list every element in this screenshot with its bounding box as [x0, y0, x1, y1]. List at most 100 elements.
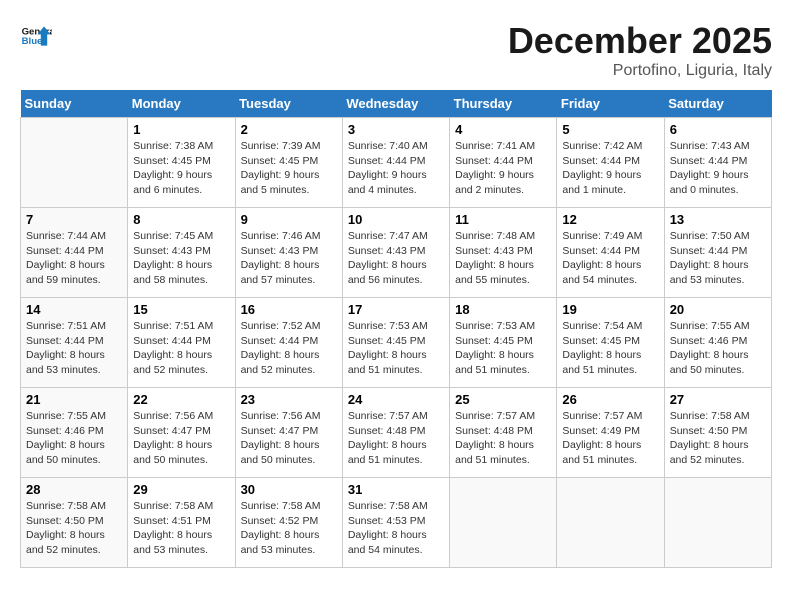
day-number: 6	[670, 122, 766, 137]
calendar-cell: 29 Sunrise: 7:58 AMSunset: 4:51 PMDaylig…	[128, 478, 235, 568]
day-number: 3	[348, 122, 444, 137]
day-number: 13	[670, 212, 766, 227]
cell-info: Sunrise: 7:58 AMSunset: 4:52 PMDaylight:…	[241, 499, 337, 558]
calendar-cell: 12 Sunrise: 7:49 AMSunset: 4:44 PMDaylig…	[557, 208, 664, 298]
cell-info: Sunrise: 7:54 AMSunset: 4:45 PMDaylight:…	[562, 319, 658, 378]
day-number: 28	[26, 482, 122, 497]
calendar-cell: 18 Sunrise: 7:53 AMSunset: 4:45 PMDaylig…	[450, 298, 557, 388]
day-number: 31	[348, 482, 444, 497]
day-number: 11	[455, 212, 551, 227]
weekday-header-saturday: Saturday	[664, 90, 771, 118]
cell-info: Sunrise: 7:49 AMSunset: 4:44 PMDaylight:…	[562, 229, 658, 288]
calendar-cell: 1 Sunrise: 7:38 AMSunset: 4:45 PMDayligh…	[128, 118, 235, 208]
cell-info: Sunrise: 7:53 AMSunset: 4:45 PMDaylight:…	[348, 319, 444, 378]
calendar-cell: 7 Sunrise: 7:44 AMSunset: 4:44 PMDayligh…	[21, 208, 128, 298]
day-number: 26	[562, 392, 658, 407]
cell-info: Sunrise: 7:51 AMSunset: 4:44 PMDaylight:…	[26, 319, 122, 378]
cell-info: Sunrise: 7:58 AMSunset: 4:50 PMDaylight:…	[670, 409, 766, 468]
cell-info: Sunrise: 7:45 AMSunset: 4:43 PMDaylight:…	[133, 229, 229, 288]
cell-info: Sunrise: 7:57 AMSunset: 4:48 PMDaylight:…	[348, 409, 444, 468]
day-number: 14	[26, 302, 122, 317]
calendar-cell: 3 Sunrise: 7:40 AMSunset: 4:44 PMDayligh…	[342, 118, 449, 208]
day-number: 29	[133, 482, 229, 497]
week-row-4: 28 Sunrise: 7:58 AMSunset: 4:50 PMDaylig…	[21, 478, 772, 568]
cell-info: Sunrise: 7:47 AMSunset: 4:43 PMDaylight:…	[348, 229, 444, 288]
calendar-cell: 14 Sunrise: 7:51 AMSunset: 4:44 PMDaylig…	[21, 298, 128, 388]
cell-info: Sunrise: 7:58 AMSunset: 4:53 PMDaylight:…	[348, 499, 444, 558]
title-area: December 2025 Portofino, Liguria, Italy	[508, 20, 772, 80]
calendar-cell: 27 Sunrise: 7:58 AMSunset: 4:50 PMDaylig…	[664, 388, 771, 478]
calendar-cell	[450, 478, 557, 568]
day-number: 7	[26, 212, 122, 227]
day-number: 21	[26, 392, 122, 407]
cell-info: Sunrise: 7:57 AMSunset: 4:49 PMDaylight:…	[562, 409, 658, 468]
cell-info: Sunrise: 7:40 AMSunset: 4:44 PMDaylight:…	[348, 139, 444, 198]
calendar-cell: 10 Sunrise: 7:47 AMSunset: 4:43 PMDaylig…	[342, 208, 449, 298]
day-number: 12	[562, 212, 658, 227]
weekday-header-sunday: Sunday	[21, 90, 128, 118]
calendar-cell: 31 Sunrise: 7:58 AMSunset: 4:53 PMDaylig…	[342, 478, 449, 568]
day-number: 22	[133, 392, 229, 407]
calendar-cell: 6 Sunrise: 7:43 AMSunset: 4:44 PMDayligh…	[664, 118, 771, 208]
cell-info: Sunrise: 7:55 AMSunset: 4:46 PMDaylight:…	[670, 319, 766, 378]
weekday-header-friday: Friday	[557, 90, 664, 118]
day-number: 19	[562, 302, 658, 317]
cell-info: Sunrise: 7:57 AMSunset: 4:48 PMDaylight:…	[455, 409, 551, 468]
day-number: 4	[455, 122, 551, 137]
week-row-3: 21 Sunrise: 7:55 AMSunset: 4:46 PMDaylig…	[21, 388, 772, 478]
calendar-body: 1 Sunrise: 7:38 AMSunset: 4:45 PMDayligh…	[21, 118, 772, 568]
day-number: 20	[670, 302, 766, 317]
week-row-1: 7 Sunrise: 7:44 AMSunset: 4:44 PMDayligh…	[21, 208, 772, 298]
header: General Blue December 2025 Portofino, Li…	[20, 20, 772, 80]
weekday-header-wednesday: Wednesday	[342, 90, 449, 118]
cell-info: Sunrise: 7:56 AMSunset: 4:47 PMDaylight:…	[241, 409, 337, 468]
cell-info: Sunrise: 7:42 AMSunset: 4:44 PMDaylight:…	[562, 139, 658, 198]
cell-info: Sunrise: 7:58 AMSunset: 4:51 PMDaylight:…	[133, 499, 229, 558]
week-row-2: 14 Sunrise: 7:51 AMSunset: 4:44 PMDaylig…	[21, 298, 772, 388]
calendar-cell: 22 Sunrise: 7:56 AMSunset: 4:47 PMDaylig…	[128, 388, 235, 478]
day-number: 10	[348, 212, 444, 227]
weekday-header-monday: Monday	[128, 90, 235, 118]
weekday-header-row: SundayMondayTuesdayWednesdayThursdayFrid…	[21, 90, 772, 118]
day-number: 27	[670, 392, 766, 407]
calendar-cell: 21 Sunrise: 7:55 AMSunset: 4:46 PMDaylig…	[21, 388, 128, 478]
calendar-cell: 30 Sunrise: 7:58 AMSunset: 4:52 PMDaylig…	[235, 478, 342, 568]
day-number: 9	[241, 212, 337, 227]
month-title: December 2025	[508, 20, 772, 62]
cell-info: Sunrise: 7:46 AMSunset: 4:43 PMDaylight:…	[241, 229, 337, 288]
calendar-cell: 23 Sunrise: 7:56 AMSunset: 4:47 PMDaylig…	[235, 388, 342, 478]
calendar-cell: 4 Sunrise: 7:41 AMSunset: 4:44 PMDayligh…	[450, 118, 557, 208]
cell-info: Sunrise: 7:53 AMSunset: 4:45 PMDaylight:…	[455, 319, 551, 378]
calendar-cell: 13 Sunrise: 7:50 AMSunset: 4:44 PMDaylig…	[664, 208, 771, 298]
cell-info: Sunrise: 7:55 AMSunset: 4:46 PMDaylight:…	[26, 409, 122, 468]
calendar-cell: 24 Sunrise: 7:57 AMSunset: 4:48 PMDaylig…	[342, 388, 449, 478]
week-row-0: 1 Sunrise: 7:38 AMSunset: 4:45 PMDayligh…	[21, 118, 772, 208]
weekday-header-thursday: Thursday	[450, 90, 557, 118]
cell-info: Sunrise: 7:50 AMSunset: 4:44 PMDaylight:…	[670, 229, 766, 288]
cell-info: Sunrise: 7:44 AMSunset: 4:44 PMDaylight:…	[26, 229, 122, 288]
day-number: 16	[241, 302, 337, 317]
day-number: 30	[241, 482, 337, 497]
calendar-cell: 8 Sunrise: 7:45 AMSunset: 4:43 PMDayligh…	[128, 208, 235, 298]
logo: General Blue	[20, 20, 52, 52]
day-number: 24	[348, 392, 444, 407]
calendar-cell: 26 Sunrise: 7:57 AMSunset: 4:49 PMDaylig…	[557, 388, 664, 478]
cell-info: Sunrise: 7:48 AMSunset: 4:43 PMDaylight:…	[455, 229, 551, 288]
day-number: 5	[562, 122, 658, 137]
cell-info: Sunrise: 7:39 AMSunset: 4:45 PMDaylight:…	[241, 139, 337, 198]
day-number: 8	[133, 212, 229, 227]
calendar-cell	[664, 478, 771, 568]
calendar-cell	[557, 478, 664, 568]
cell-info: Sunrise: 7:43 AMSunset: 4:44 PMDaylight:…	[670, 139, 766, 198]
day-number: 23	[241, 392, 337, 407]
calendar-cell: 15 Sunrise: 7:51 AMSunset: 4:44 PMDaylig…	[128, 298, 235, 388]
calendar-cell: 19 Sunrise: 7:54 AMSunset: 4:45 PMDaylig…	[557, 298, 664, 388]
day-number: 15	[133, 302, 229, 317]
weekday-header-tuesday: Tuesday	[235, 90, 342, 118]
calendar-cell: 28 Sunrise: 7:58 AMSunset: 4:50 PMDaylig…	[21, 478, 128, 568]
svg-text:Blue: Blue	[22, 36, 43, 47]
calendar-table: SundayMondayTuesdayWednesdayThursdayFrid…	[20, 90, 772, 568]
cell-info: Sunrise: 7:52 AMSunset: 4:44 PMDaylight:…	[241, 319, 337, 378]
calendar-header: SundayMondayTuesdayWednesdayThursdayFrid…	[21, 90, 772, 118]
location-title: Portofino, Liguria, Italy	[508, 62, 772, 80]
